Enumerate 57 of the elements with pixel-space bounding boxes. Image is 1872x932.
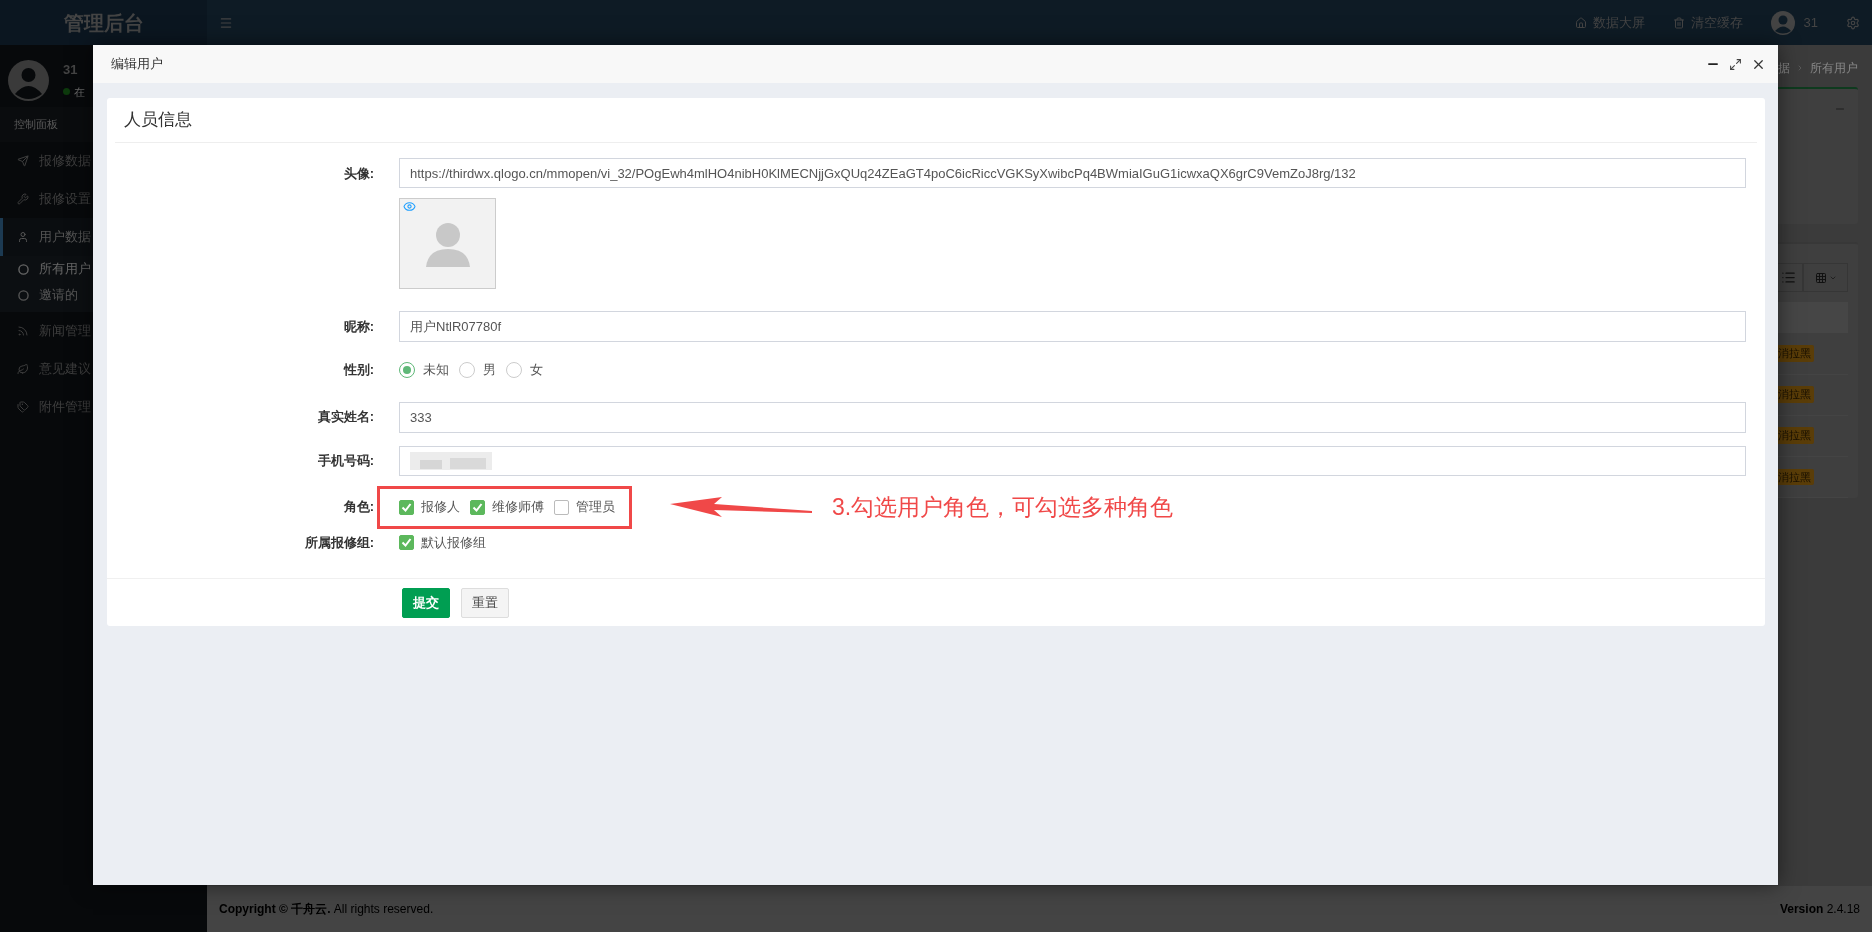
circle-icon	[18, 289, 29, 301]
text-field[interactable]: 333	[399, 401, 1746, 433]
card-title: 人员信息	[124, 109, 192, 132]
app-title: 管理后台	[63, 10, 144, 36]
field-label: 所属报修组:	[303, 533, 374, 552]
rss-icon	[17, 325, 29, 337]
checkbox[interactable]	[399, 534, 414, 550]
avatar-preview[interactable]	[399, 198, 496, 289]
breadcrumb-link[interactable]: 所有用户	[1810, 59, 1858, 77]
trash-icon	[1672, 16, 1685, 29]
checkbox-option[interactable]: 默认报修组	[399, 532, 486, 552]
field-label: 手机号码:	[316, 451, 374, 470]
field-label: 昵称:	[342, 317, 374, 336]
field-label: 头像:	[342, 165, 374, 183]
checkbox[interactable]	[399, 499, 414, 515]
avatar-url-field[interactable]: https://thirdwx.qlogo.cn/mmopen/vi_32/POgEwh4mlHO4nibH0KlMECNjjGxQUq24ZEaGT4poC6icRiccVGKSyXwibcPq4BWmiaIGuG1icwxaQX6grC9VemZoJ8rg/132	[399, 158, 1746, 188]
submit-button[interactable]: 提交	[402, 587, 450, 618]
version-text: Version 2.4.18	[1779, 901, 1860, 918]
reset-button[interactable]: 重置	[461, 587, 509, 618]
user-name: 31	[63, 61, 79, 79]
redacted-value-icon	[410, 451, 492, 470]
home-icon	[1574, 16, 1587, 29]
user-status: 在	[74, 84, 85, 100]
leaf-icon	[17, 363, 29, 375]
phone-field[interactable]	[399, 445, 1746, 476]
user-icon	[17, 231, 29, 243]
annotation-text: 3.勾选用户角色，可勾选多种角色	[832, 492, 1174, 522]
checkbox-option[interactable]: 报修人	[399, 497, 460, 517]
checkbox[interactable]	[470, 499, 485, 515]
wrench-icon	[17, 193, 29, 205]
checkbox-option[interactable]: 维修师傅	[470, 497, 544, 517]
field-label: 角色:	[342, 498, 374, 517]
circle-icon	[18, 263, 29, 275]
copyright-text: Copyright © 千舟云. All rights reserved.	[219, 901, 434, 918]
maximize-icon[interactable]	[1729, 57, 1742, 71]
settings-icon[interactable]	[1846, 15, 1860, 30]
radio-option[interactable]: 未知	[399, 360, 449, 380]
grid-icon	[1814, 271, 1827, 284]
menu-icon[interactable]	[219, 15, 233, 30]
sidebar-subitem[interactable]: 邀请的	[0, 282, 207, 308]
field-label: 真实姓名:	[316, 408, 374, 427]
eye-icon[interactable]	[403, 200, 416, 213]
checkbox[interactable]	[554, 499, 569, 515]
breadcrumb-link[interactable]: 据	[1778, 59, 1790, 77]
user-avatar-icon	[8, 59, 49, 101]
paper-plane-icon	[17, 155, 29, 167]
chevron-icon	[1796, 64, 1804, 72]
field-label: 性别:	[342, 361, 374, 379]
tag-icon	[17, 401, 29, 413]
checkbox-option[interactable]: 管理员	[554, 497, 615, 517]
list-icon	[1780, 270, 1796, 285]
sidebar-section-title: 控制面板	[14, 117, 58, 133]
radio-option[interactable]: 女	[506, 360, 543, 380]
dialog-title: 编辑用户	[111, 55, 163, 74]
text-field[interactable]: 用户NtlR07780f	[399, 311, 1746, 342]
sidebar-subitem[interactable]: 所有用户	[0, 256, 207, 282]
radio-option[interactable]: 男	[459, 360, 496, 380]
